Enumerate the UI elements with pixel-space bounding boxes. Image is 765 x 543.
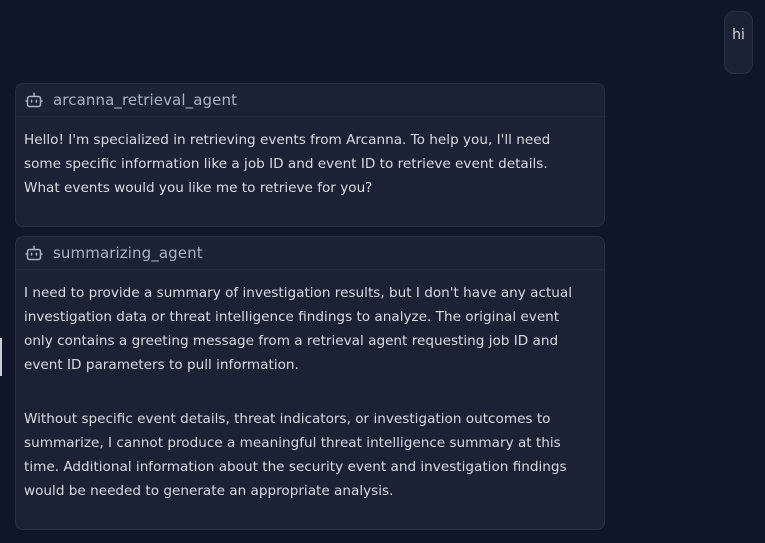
agent-message-header: summarizing_agent bbox=[16, 237, 604, 270]
agent-message-body: I need to provide a summary of investiga… bbox=[16, 270, 604, 503]
agent-message-header: arcanna_retrieval_agent bbox=[16, 84, 604, 117]
bot-icon bbox=[25, 91, 43, 109]
agent-message-card: summarizing_agent I need to provide a su… bbox=[15, 236, 605, 530]
agent-message-body: Hello! I'm specialized in retrieving eve… bbox=[16, 117, 604, 200]
user-message-text: hi bbox=[732, 27, 745, 43]
scroll-edge-indicator bbox=[0, 338, 2, 376]
message-paragraph: Without specific event details, threat i… bbox=[24, 411, 567, 499]
chat-page: hi arcanna_retrieval_agent Hello! I'm sp… bbox=[0, 0, 765, 543]
agent-name: summarizing_agent bbox=[53, 244, 203, 262]
message-paragraph: I need to provide a summary of investiga… bbox=[24, 285, 573, 373]
user-message-bubble: hi bbox=[724, 11, 753, 74]
agent-message-card: arcanna_retrieval_agent Hello! I'm speci… bbox=[15, 83, 605, 227]
message-paragraph: Hello! I'm specialized in retrieving eve… bbox=[24, 132, 551, 196]
agent-name: arcanna_retrieval_agent bbox=[53, 91, 238, 109]
bot-icon bbox=[25, 244, 43, 262]
